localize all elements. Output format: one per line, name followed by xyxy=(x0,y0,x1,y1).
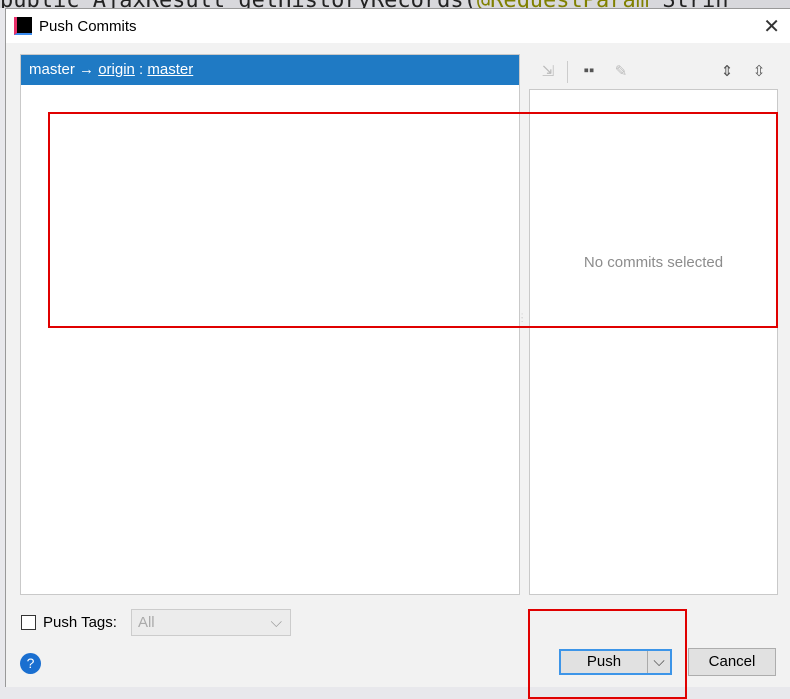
push-tags-checkbox[interactable] xyxy=(21,615,36,630)
expand-all-icon[interactable]: ⇕ xyxy=(717,62,737,82)
toolbar-divider xyxy=(567,61,568,83)
edit-icon[interactable]: ✎ xyxy=(611,62,631,82)
remote-link[interactable]: origin xyxy=(98,61,135,78)
push-tags-value: All xyxy=(137,614,155,631)
chevron-down-icon: ⌵ xyxy=(270,614,282,631)
title-bar: Push Commits ✕ xyxy=(6,9,790,43)
push-commits-dialog: Push Commits ✕ master → origin : master … xyxy=(5,8,790,699)
branch-row[interactable]: master → origin : master xyxy=(21,55,519,85)
close-icon[interactable]: ✕ xyxy=(763,14,780,39)
code-text: public AjaxResult getHistoryRecords( xyxy=(0,0,477,8)
dialog-title: Push Commits xyxy=(39,17,137,35)
highlight-box xyxy=(48,112,778,328)
arrow-icon: → xyxy=(79,61,95,78)
code-annotation: @RequestParam xyxy=(477,0,649,8)
cancel-button[interactable]: Cancel xyxy=(688,648,776,676)
group-icon[interactable]: ▪▪ xyxy=(579,62,599,82)
push-button-group: Push ⌵ xyxy=(559,649,672,675)
intellij-logo-icon xyxy=(14,17,32,35)
chevron-down-icon[interactable]: ⌵ xyxy=(648,651,670,673)
push-button[interactable]: Push xyxy=(561,651,648,673)
push-tags-row: Push Tags: All ⌵ xyxy=(21,609,291,636)
background-editor-code: public AjaxResult getHistoryRecords(@Req… xyxy=(0,0,790,8)
separator: : xyxy=(134,61,148,78)
compare-icon[interactable]: ⇲ xyxy=(538,62,558,82)
help-icon[interactable]: ? xyxy=(20,653,41,674)
push-tags-select[interactable]: All ⌵ xyxy=(130,609,291,636)
remote-branch-link[interactable]: master xyxy=(147,61,193,78)
push-tags-label: Push Tags: xyxy=(43,614,117,631)
local-branch: master xyxy=(29,61,75,78)
details-toolbar: ⇲ ▪▪ ✎ ⇕ ⇳ xyxy=(533,59,783,85)
code-text-rest: Strin xyxy=(649,0,728,8)
collapse-all-icon[interactable]: ⇳ xyxy=(749,62,769,82)
